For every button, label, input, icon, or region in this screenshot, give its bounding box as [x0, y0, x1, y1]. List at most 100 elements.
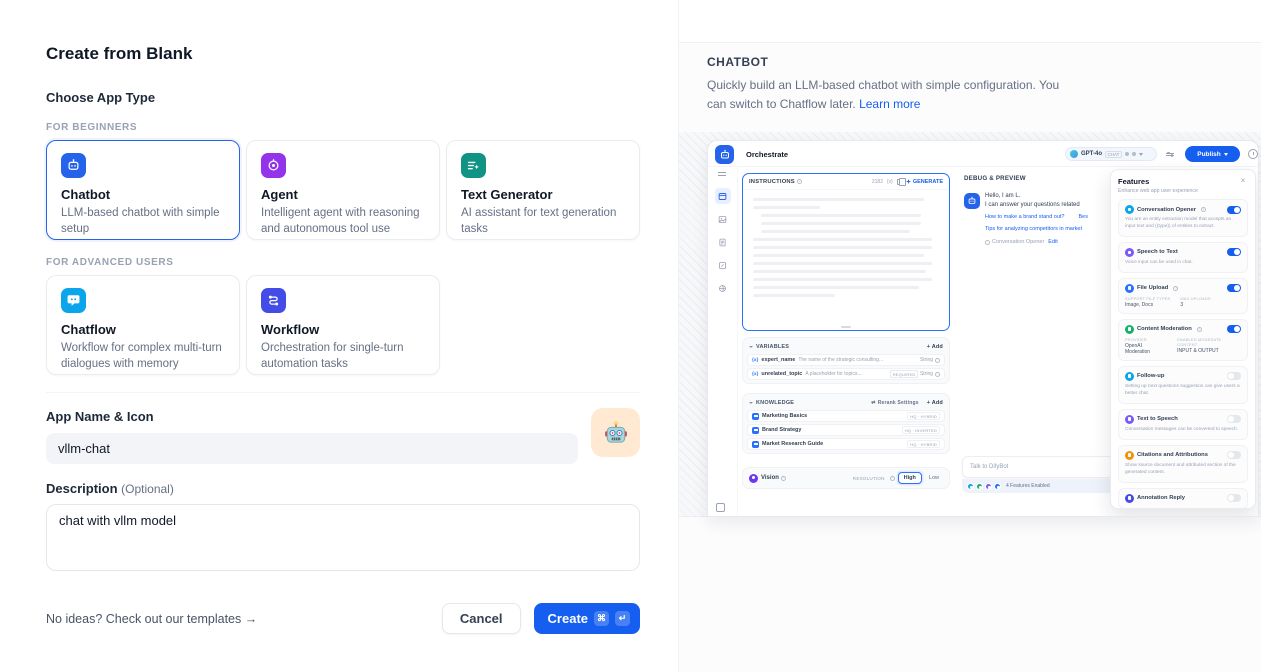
- dialog-title: Create from Blank: [46, 44, 640, 64]
- cancel-button[interactable]: Cancel: [442, 603, 521, 634]
- suggestion-link: Tips for analyzing competitors in market: [985, 226, 1088, 232]
- toggle-text-to-speech: [1227, 415, 1241, 423]
- text-generator-icon: [461, 153, 486, 178]
- chatbot-icon: [61, 153, 86, 178]
- app-type-desc: Intelligent agent with reasoning and aut…: [261, 206, 425, 237]
- for-advanced-users-label: FOR ADVANCED USERS: [46, 257, 640, 268]
- toggle-speech-to-text: [1227, 248, 1241, 256]
- toggle-annotation-reply: [1227, 494, 1241, 502]
- variable-row: {x} unrelated_topic A placeholder for to…: [747, 368, 945, 380]
- text-to-speech-icon: [1125, 415, 1134, 424]
- knowledge-row: Brand StrategyHQ · INVERTED: [747, 424, 945, 436]
- feature-card-speech-to-text: Speech to Text Voice input can be used i…: [1118, 242, 1248, 273]
- prompt-icon: [715, 188, 731, 204]
- pv-page-title: Orchestrate: [746, 150, 788, 159]
- dataset-icon: [752, 441, 759, 448]
- resolution-high-option: High: [898, 472, 922, 484]
- description-textarea[interactable]: [46, 504, 640, 571]
- app-type-desc: Orchestration for single-turn automation…: [261, 341, 425, 372]
- app-type-name: Workflow: [261, 322, 425, 337]
- feature-card-content-moderation: Content Moderation PROVIDEROpenAI Modera…: [1118, 319, 1248, 361]
- beginner-cards: Chatbot LLM-based chatbot with simple se…: [46, 140, 640, 240]
- app-type-card-chatflow[interactable]: Chatflow Workflow for complex multi-turn…: [46, 275, 240, 375]
- app-name-section: App Name & Icon: [46, 409, 640, 464]
- chevron-down-icon: [749, 346, 753, 348]
- rerank-icon: ⇄: [871, 400, 875, 406]
- chat-mode-badge: CHAT: [1105, 151, 1122, 158]
- toggle-content-moderation: [1227, 325, 1241, 333]
- templates-link[interactable]: No ideas? Check out our templates →: [46, 612, 257, 626]
- pv-knowledge-section: KNOWLEDGE ⇄Rerank Settings + Add Marketi…: [742, 393, 950, 454]
- required-badge: REQUIRED: [890, 370, 918, 378]
- info-icon: [890, 476, 895, 481]
- app-type-desc: Workflow for complex multi-turn dialogue…: [61, 341, 225, 372]
- enter-key-icon: ↵: [615, 611, 630, 626]
- annotation-reply-icon: [1125, 494, 1134, 503]
- add-variable-button: + Add: [927, 344, 943, 350]
- pv-app-icon: [715, 145, 734, 164]
- app-type-name: Chatbot: [61, 187, 225, 202]
- preview-panel: CHATBOT Quickly build an LLM-based chatb…: [678, 0, 1261, 672]
- dialog-footer: No ideas? Check out our templates → Canc…: [46, 603, 640, 634]
- app-icon-picker[interactable]: [591, 408, 640, 457]
- opener-icon: [985, 240, 990, 245]
- app-type-card-workflow[interactable]: Workflow Orchestration for single-turn a…: [246, 275, 440, 375]
- settings-icon: [935, 358, 940, 363]
- feature-card-citations: Citations and Attributions Show source d…: [1118, 445, 1248, 483]
- app-type-name: Chatflow: [61, 322, 225, 337]
- content-moderation-icon: [1125, 325, 1134, 334]
- create-form-panel: Create from Blank Choose App Type FOR BE…: [0, 0, 678, 672]
- advanced-cards: Chatflow Workflow for complex multi-turn…: [46, 275, 640, 375]
- opener-feature-icon: [967, 483, 974, 490]
- dataset-icon: [752, 427, 759, 434]
- chatflow-icon: [61, 288, 86, 313]
- cmd-key-icon: ⌘: [594, 611, 609, 626]
- orchestrate-preview-image: Orchestrate GPT-4o CHAT Publish: [707, 140, 1259, 517]
- chevron-down-icon: [749, 402, 753, 404]
- app-type-desc: LLM-based chatbot with simple setup: [61, 206, 225, 237]
- pv-instructions-panel: INSTRUCTIONS 2182 {x} GENERATE: [742, 173, 950, 331]
- app-type-card-agent[interactable]: Agent Intelligent agent with reasoning a…: [246, 140, 440, 240]
- learn-more-link[interactable]: Learn more: [859, 97, 920, 111]
- create-button[interactable]: Create ⌘ ↵: [534, 603, 640, 634]
- pv-chat-input: Talk to DifyBot: [962, 456, 1114, 478]
- model-logo-icon: [1070, 150, 1078, 158]
- globe-icon: [715, 280, 731, 296]
- info-icon: [1197, 327, 1202, 332]
- feature-card-text-to-speech: Text to Speech Conversation messages can…: [1118, 409, 1248, 440]
- conversation-opener-icon: [1125, 205, 1134, 214]
- note-icon: [715, 257, 731, 273]
- app-type-card-chatbot[interactable]: Chatbot LLM-based chatbot with simple se…: [46, 140, 240, 240]
- app-type-name: Text Generator: [461, 187, 625, 202]
- char-count: 2182: [872, 179, 883, 185]
- chevron-down-icon: [1224, 153, 1228, 156]
- app-name-label: App Name & Icon: [46, 409, 640, 424]
- chevron-down-icon: [1139, 153, 1143, 156]
- pv-publish-button: Publish: [1185, 146, 1240, 162]
- speech-feature-icon: [985, 483, 992, 490]
- preview-hatch-area: Orchestrate GPT-4o CHAT Publish: [679, 132, 1261, 517]
- pv-model-selector: GPT-4o CHAT: [1065, 147, 1157, 161]
- app-type-desc: AI assistant for text generation tasks: [461, 206, 625, 237]
- pv-features-panel: Features Enhance web app user experience…: [1110, 169, 1256, 509]
- vision-icon: [749, 474, 758, 483]
- feature-card-follow-up: Follow-up Setting up next questions sugg…: [1118, 366, 1248, 404]
- workflow-icon: [261, 288, 286, 313]
- feature-card-annotation-reply: Annotation Reply: [1118, 488, 1248, 509]
- speech-to-text-icon: [1125, 248, 1134, 257]
- choose-app-type-label: Choose App Type: [46, 90, 640, 105]
- agent-icon: [261, 153, 286, 178]
- close-icon: [1239, 177, 1247, 185]
- knowledge-row: Market Research GuideHQ · HYBRID: [747, 438, 945, 450]
- app-type-card-text-generator[interactable]: Text Generator AI assistant for text gen…: [446, 140, 640, 240]
- info-icon: [781, 476, 786, 481]
- knowledge-row: Marketing BasicsHQ · HYBRID: [747, 410, 945, 422]
- file-upload-icon: [1125, 284, 1134, 293]
- info-icon: [1173, 286, 1178, 291]
- arrow-right-icon: →: [245, 612, 258, 626]
- toggle-conversation-opener: [1227, 206, 1241, 214]
- placeholder-text-lines: [743, 190, 949, 297]
- pv-features-enabled-bar: 4 Features Enabled: [962, 479, 1114, 493]
- variable-icon: {x}: [887, 179, 893, 185]
- app-name-input[interactable]: [46, 433, 578, 464]
